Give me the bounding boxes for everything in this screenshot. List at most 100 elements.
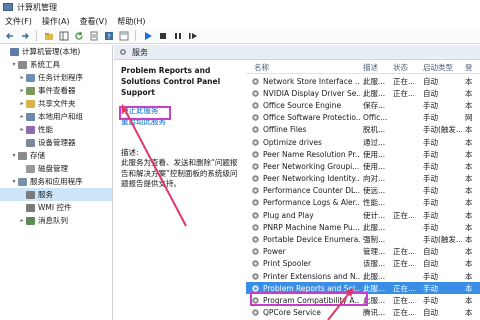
service-startup-type: 手动 xyxy=(423,100,438,110)
service-description: 使用... xyxy=(363,149,386,159)
tree-item[interactable]: 设备管理器 xyxy=(0,136,112,149)
service-row[interactable]: Peer Networking Groupi... 使用... 手动 本 xyxy=(246,160,480,172)
service-name-text: PNRP Machine Name Pu... xyxy=(263,222,360,232)
tree-item[interactable]: 磁盘管理 xyxy=(0,162,112,175)
service-row[interactable]: Plug and Play 使计... 正在... 手动 本 xyxy=(246,209,480,221)
tree-item[interactable]: 计算机管理(本地) xyxy=(0,45,112,58)
stop-service-icon[interactable] xyxy=(157,30,168,41)
service-name-text: Peer Networking Identity... xyxy=(263,174,360,184)
service-row[interactable]: Performance Logs & Aler... 性能... 手动 本 xyxy=(246,197,480,209)
service-name: Print Spooler xyxy=(246,259,360,268)
service-logon: 本 xyxy=(465,88,473,98)
console-tree-icon[interactable] xyxy=(58,30,69,41)
service-row[interactable]: Print Spooler 该服... 正在... 自动 本 xyxy=(246,258,480,270)
service-description: 管理... xyxy=(363,247,386,257)
collapsed-arrow-icon[interactable]: ▸ xyxy=(18,126,26,133)
menu-help[interactable]: 帮助(H) xyxy=(112,16,150,27)
tree-item[interactable]: ▸ 任务计划程序 xyxy=(0,71,112,84)
service-row[interactable]: Performance Counter DL... 使远... 手动 本 xyxy=(246,185,480,197)
service-logon: 本 xyxy=(465,198,473,208)
refresh-icon[interactable] xyxy=(73,30,84,41)
service-description: Offic... xyxy=(363,113,388,123)
service-row[interactable]: Power 管理... 正在... 自动 本 xyxy=(246,246,480,258)
service-name: Network Store Interface ... xyxy=(246,77,360,86)
service-row[interactable]: PNRP Machine Name Pu... 此服... 手动 本 xyxy=(246,221,480,233)
menu-file[interactable]: 文件(F) xyxy=(0,16,37,27)
service-startup-type: 手动(触发... xyxy=(423,235,462,245)
service-description-pane: Problem Reports and Solutions Control Pa… xyxy=(114,61,246,320)
service-name-text: Plug and Play xyxy=(263,210,314,220)
service-logon: 网 xyxy=(465,113,473,123)
tree-item[interactable]: 服务 xyxy=(0,188,112,201)
menu-action[interactable]: 操作(A) xyxy=(37,16,75,27)
export-icon[interactable] xyxy=(88,30,99,41)
gear-icon xyxy=(26,190,35,199)
service-row[interactable]: Portable Device Enumera... 强制... 手动(触发... 本 xyxy=(246,233,480,245)
expanded-arrow-icon[interactable]: ▾ xyxy=(10,61,18,68)
service-description: 此服... xyxy=(363,271,386,281)
service-row[interactable]: QPCore Service 腾讯... 正在... 自动 本 xyxy=(246,307,480,319)
pause-service-icon[interactable] xyxy=(172,30,183,41)
properties-icon[interactable] xyxy=(118,30,129,41)
service-logon: 本 xyxy=(465,259,473,269)
service-row[interactable]: Offline Files 脱机... 手动(触发... 本 xyxy=(246,124,480,136)
tree-item-label: 磁盘管理 xyxy=(38,164,68,173)
tree-item[interactable]: ▸ 共享文件夹 xyxy=(0,97,112,110)
highlight-box-selected-service xyxy=(250,292,368,306)
service-description: 腾讯... xyxy=(363,308,386,318)
menu-view[interactable]: 查看(V) xyxy=(75,16,113,27)
column-header-logon[interactable]: 登 xyxy=(462,62,480,73)
service-description: 使计... xyxy=(363,210,386,220)
service-row[interactable]: Network Store Interface ... 此服... 正在... 自动 本 xyxy=(246,75,480,87)
column-header-startup-type[interactable]: 启动类型 xyxy=(420,62,462,73)
tree-item[interactable]: ▾ 存储 xyxy=(0,149,112,162)
help-icon[interactable]: ? xyxy=(103,30,114,41)
service-name: Peer Networking Groupi... xyxy=(246,162,360,171)
service-row[interactable]: Optimize drives 通过... 手动 本 xyxy=(246,136,480,148)
forward-arrow-icon[interactable] xyxy=(19,30,30,41)
tree-item[interactable]: WMI 控件 xyxy=(0,201,112,214)
restart-service-icon[interactable] xyxy=(187,30,198,41)
service-name-text: Printer Extensions and N... xyxy=(263,271,360,281)
expanded-arrow-icon[interactable]: ▾ xyxy=(10,178,18,185)
back-arrow-icon[interactable] xyxy=(4,30,15,41)
tree-item[interactable]: ▸ 本地用户和组 xyxy=(0,110,112,123)
service-gear-icon xyxy=(252,187,259,195)
tree-item[interactable]: ▾ 服务和应用程序 xyxy=(0,175,112,188)
service-gear-icon xyxy=(252,199,259,207)
service-row[interactable]: NVIDIA Display Driver Se... 此服... 正在... 自动 本 xyxy=(246,87,480,99)
collapsed-arrow-icon[interactable]: ▸ xyxy=(18,74,26,81)
service-row[interactable]: Office Software Protectio... Offic... 手动 网 xyxy=(246,112,480,124)
disk-icon xyxy=(26,164,35,173)
service-name: Performance Counter DL... xyxy=(246,186,360,195)
column-header-description[interactable]: 描述 xyxy=(360,62,390,73)
collapsed-arrow-icon[interactable]: ▸ xyxy=(18,87,26,94)
tree-item[interactable]: ▸ 事件查看器 xyxy=(0,84,112,97)
service-logon: 本 xyxy=(465,235,473,245)
service-row[interactable]: Printer Extensions and N... 此服... 手动 本 xyxy=(246,270,480,282)
tree-item[interactable]: ▸ 消息队列 xyxy=(0,214,112,227)
column-header-name[interactable]: 名称 xyxy=(246,62,360,73)
service-logon: 本 xyxy=(465,174,473,184)
collapsed-arrow-icon[interactable]: ▸ xyxy=(18,113,26,120)
tree-item-label: 消息队列 xyxy=(38,216,68,225)
service-startup-type: 自动 xyxy=(423,76,438,86)
service-name: Plug and Play xyxy=(246,211,360,220)
service-row[interactable]: Office Source Engine 保存... 手动 本 xyxy=(246,99,480,111)
service-logon: 本 xyxy=(465,76,473,86)
service-status: 正在... xyxy=(393,259,416,269)
service-name: Optimize drives xyxy=(246,138,360,147)
service-logon: 本 xyxy=(465,283,473,293)
collapsed-arrow-icon[interactable]: ▸ xyxy=(18,217,26,224)
expanded-arrow-icon[interactable]: ▾ xyxy=(10,152,18,159)
tree-item[interactable]: ▸ 性能 xyxy=(0,123,112,136)
service-row[interactable]: Peer Networking Identity... 向对... 手动 本 xyxy=(246,173,480,185)
folder-up-icon[interactable] xyxy=(43,30,54,41)
collapsed-arrow-icon[interactable]: ▸ xyxy=(18,100,26,107)
service-name: Power xyxy=(246,247,360,256)
start-service-icon[interactable] xyxy=(142,30,153,41)
service-logon: 本 xyxy=(465,271,473,281)
service-row[interactable]: Peer Name Resolution Pr... 使用... 手动 本 xyxy=(246,148,480,160)
column-header-status[interactable]: 状态 xyxy=(390,62,420,73)
tree-item[interactable]: ▾ 系统工具 xyxy=(0,58,112,71)
